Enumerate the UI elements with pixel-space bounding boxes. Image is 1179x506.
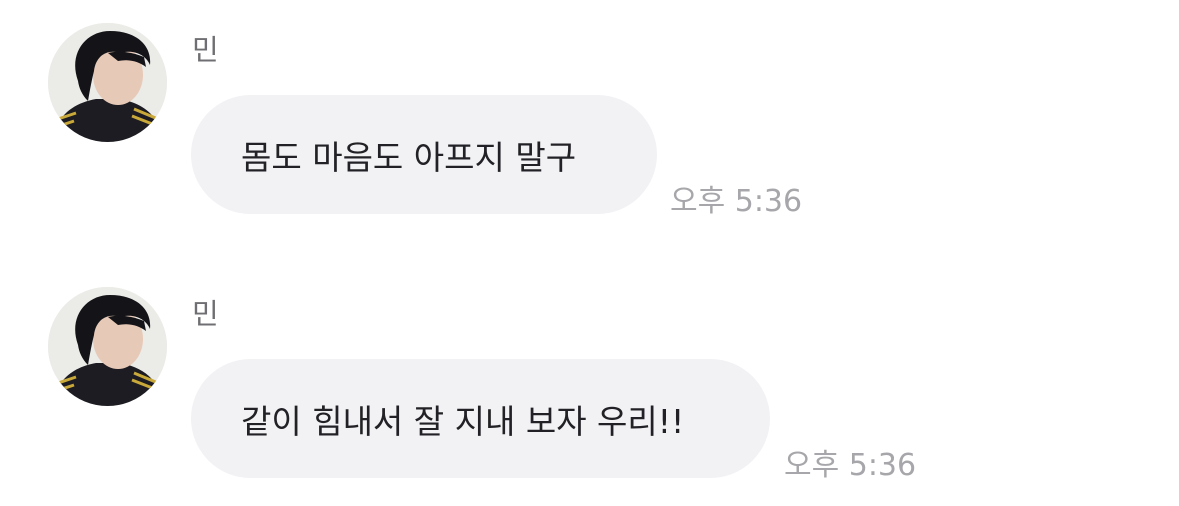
chat-message: 민 몸도 마음도 아프지 말구 오후 5:36	[0, 0, 1179, 240]
chat-message: 민 같이 힘내서 잘 지내 보자 우리!! 오후 5:36	[0, 264, 1179, 504]
sender-avatar[interactable]	[48, 287, 167, 406]
sender-name: 민	[192, 33, 219, 67]
message-timestamp: 오후 5:36	[670, 184, 803, 219]
sender-avatar[interactable]	[48, 23, 167, 142]
sender-name: 민	[192, 297, 219, 331]
message-bubble[interactable]: 같이 힘내서 잘 지내 보자 우리!!	[191, 359, 770, 478]
avatar-photo-icon	[48, 287, 167, 406]
avatar-photo-icon	[48, 23, 167, 142]
message-timestamp: 오후 5:36	[784, 448, 917, 483]
message-bubble[interactable]: 몸도 마음도 아프지 말구	[191, 95, 657, 214]
